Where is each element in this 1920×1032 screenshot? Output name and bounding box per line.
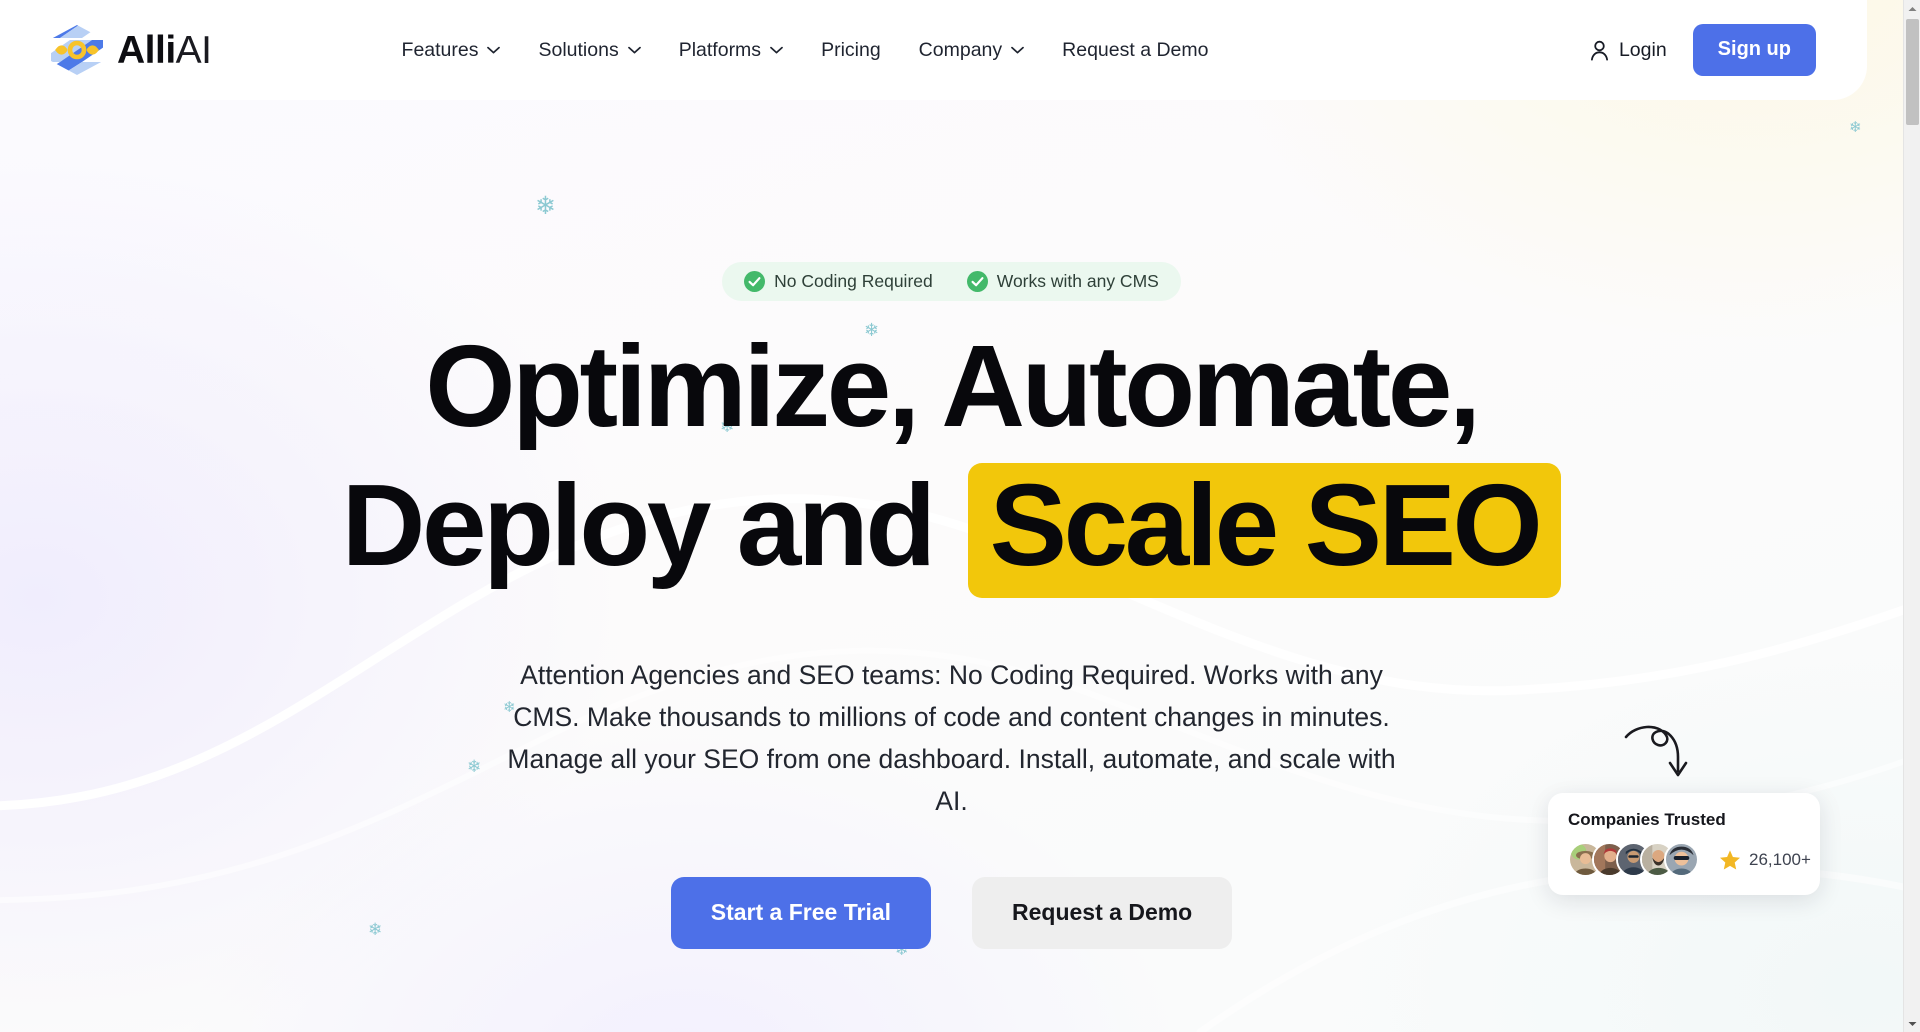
start-free-trial-button[interactable]: Start a Free Trial <box>670 877 932 950</box>
header-actions: Login Sign up <box>1590 24 1816 76</box>
badge-no-coding-required: No Coding Required <box>744 271 933 292</box>
scroll-down-arrow-icon <box>1908 1021 1917 1026</box>
avatar-group <box>1568 842 1699 877</box>
login-link[interactable]: Login <box>1590 39 1667 62</box>
chevron-down-icon <box>770 46 783 54</box>
trust-card-title: Companies Trusted <box>1568 810 1726 829</box>
star-icon <box>1720 849 1740 869</box>
badge-label: Works with any CMS <box>996 271 1159 291</box>
login-label: Login <box>1618 38 1667 61</box>
scrollbar-thumb[interactable] <box>1906 19 1919 125</box>
rating-value: 26,100+ <box>1749 849 1811 869</box>
nav-label: Features <box>401 38 479 61</box>
nav-item-pricing[interactable]: Pricing <box>821 33 881 68</box>
hero-cta-row: Start a Free Trial Request a Demo <box>670 877 1233 950</box>
scroll-up-arrow-icon <box>1908 6 1917 11</box>
nav-item-platforms[interactable]: Platforms <box>679 33 783 68</box>
hero-subheadline: Attention Agencies and SEO teams: No Cod… <box>507 659 1396 817</box>
check-circle-icon <box>744 271 766 292</box>
headline-highlight: Scale SEO <box>967 463 1562 598</box>
brand-name-light: AI <box>175 28 212 72</box>
hexagon-logo-icon <box>51 25 103 75</box>
vertical-scrollbar[interactable] <box>1903 0 1920 1032</box>
site-header: AlliAI Features Solutions Platforms Pric <box>0 0 1867 100</box>
request-demo-button[interactable]: Request a Demo <box>972 877 1233 950</box>
brand-name-bold: Alli <box>117 28 176 72</box>
chevron-down-icon <box>1011 46 1024 54</box>
headline-line-2-prefix: Deploy and <box>341 460 962 591</box>
scroll-down-button[interactable] <box>1904 1015 1920 1032</box>
nav-label: Company <box>918 38 1003 61</box>
brand-name: AlliAI <box>117 31 212 70</box>
rating-group: 26,100+ <box>1719 849 1811 871</box>
scroll-up-button[interactable] <box>1904 0 1920 17</box>
feature-badges: No Coding Required Works with any CMS <box>722 262 1181 301</box>
nav-item-solutions[interactable]: Solutions <box>538 33 641 68</box>
check-circle-icon <box>966 271 988 292</box>
nav-item-features[interactable]: Features <box>402 33 501 68</box>
chevron-down-icon <box>487 46 501 54</box>
companies-trusted-card: Companies Trusted 26,100+ <box>1548 793 1820 895</box>
nav-item-company[interactable]: Company <box>919 33 1024 68</box>
badge-works-with-any-cms: Works with any CMS <box>966 271 1159 292</box>
trust-card-row: 26,100+ <box>1568 842 1811 877</box>
nav-label: Platforms <box>678 38 762 61</box>
badge-label: No Coding Required <box>774 271 933 291</box>
page-content: AlliAI Features Solutions Platforms Pric <box>0 0 1903 1032</box>
page-title: Optimize, Automate, Deploy and Scale SEO <box>342 327 1562 598</box>
nav-item-request-a-demo[interactable]: Request a Demo <box>1062 33 1208 68</box>
main-navigation: Features Solutions Platforms Pricing Com… <box>402 33 1209 68</box>
nav-label: Solutions <box>538 38 619 61</box>
browser-viewport: AlliAI Features Solutions Platforms Pric <box>0 0 1920 1032</box>
chevron-down-icon <box>627 46 641 54</box>
nav-label: Request a Demo <box>1062 38 1209 61</box>
user-icon <box>1590 40 1608 60</box>
brand-logo[interactable]: AlliAI <box>48 24 212 76</box>
avatar <box>1664 842 1699 877</box>
signup-button[interactable]: Sign up <box>1692 24 1816 76</box>
headline-line-2: Deploy and Scale SEO <box>341 460 1562 598</box>
headline-line-1: Optimize, Automate, <box>425 321 1481 451</box>
nav-label: Pricing <box>821 38 881 61</box>
